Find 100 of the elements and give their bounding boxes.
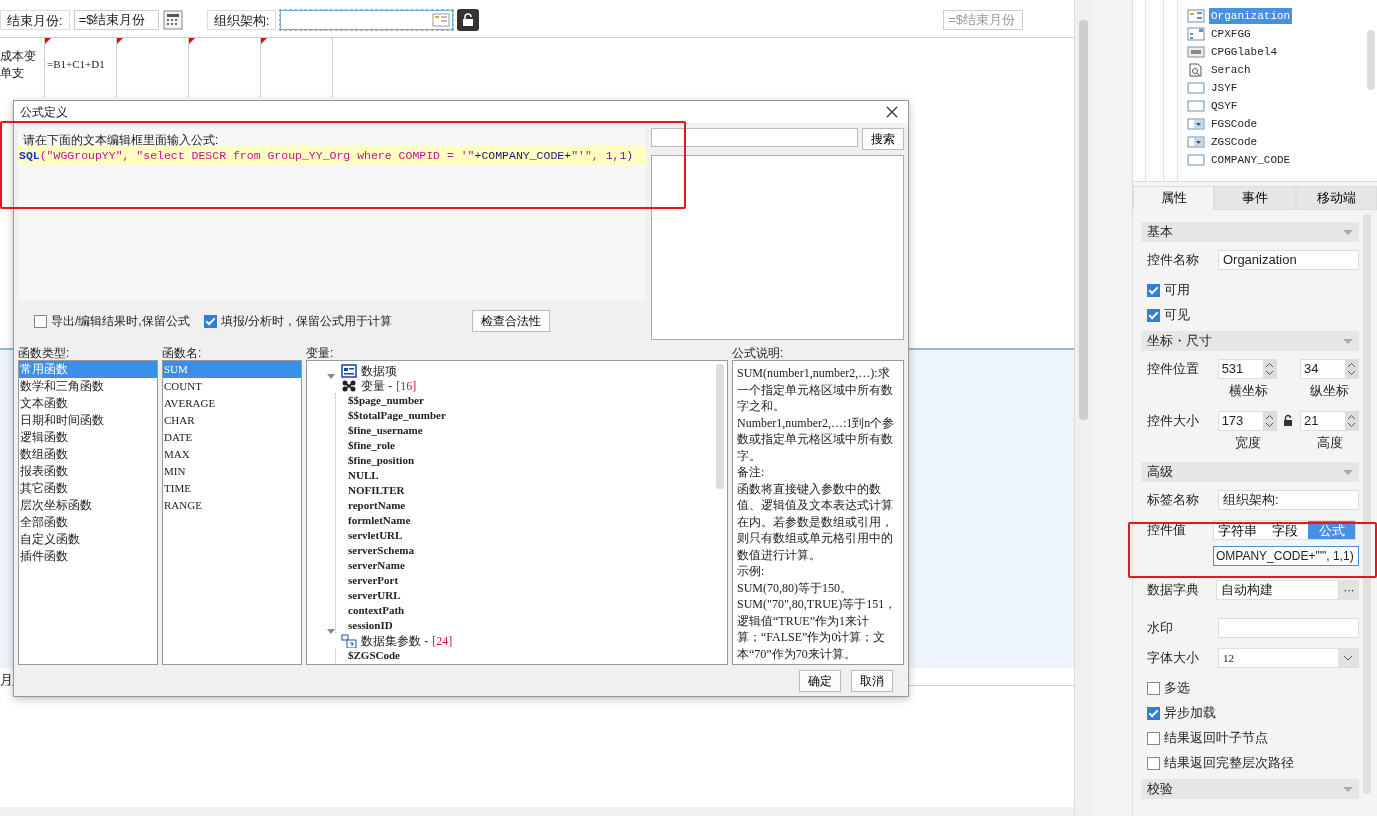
tree-leaf[interactable]: $$page_number [336,393,727,408]
tree-leaf[interactable]: $fine_role [336,438,727,453]
section-header[interactable]: 校验 [1141,779,1359,799]
section-header[interactable]: 坐标・尺寸 [1141,331,1359,351]
dictionary-field[interactable]: 自动构建 [1216,580,1339,600]
property-label: 控件大小 [1146,411,1200,430]
text-field[interactable]: Organization [1217,250,1359,270]
list-item[interactable]: MAX [163,446,301,463]
tree-leaf[interactable]: $fine_username [336,423,727,438]
ok-button[interactable]: 确定 [799,670,841,692]
spinner-arrows[interactable] [1345,360,1358,378]
formula-editor[interactable]: 请在下面的文本编辑框里面输入公式: SQL("WGGroupYY", "select DESCR from Group_YY_Org where COMPID = '"+COMPANY_CODE+"'", 1,1) [18,128,646,300]
checkbox[interactable] [34,314,47,328]
tree-leaf[interactable]: contextPath [336,603,727,618]
list-item[interactable]: 报表函数 [19,463,157,480]
list-item[interactable]: 全部函数 [19,514,157,531]
tree-leaf[interactable]: NULL [336,468,727,483]
list-item[interactable]: AVERAGE [163,395,301,412]
text-field[interactable]: 组织架构: [1217,490,1359,510]
spinner-arrows[interactable] [1262,360,1276,378]
tree-leaf[interactable]: serverURL [336,588,727,603]
list-item[interactable]: DATE [163,429,301,446]
formula-field[interactable]: OMPANY_CODE+"'", 1,1) [1213,546,1359,566]
tree-item[interactable]: QSYF [1209,98,1240,114]
tree-item[interactable]: Serach [1209,62,1253,78]
number-spinner[interactable]: 21 [1300,410,1359,431]
tree-item[interactable]: COMPANY_CODE [1209,152,1293,168]
tree-leaf[interactable]: serverName [336,558,727,573]
number-spinner[interactable]: 173 [1217,410,1277,431]
list-item[interactable]: 日期和时间函数 [19,412,157,429]
section-header[interactable]: 高级 [1141,462,1359,482]
list-item[interactable]: 其它函数 [19,480,157,497]
panel-tab[interactable]: 事件 [1214,186,1296,210]
tree-leaf[interactable]: $fine_position [336,453,727,468]
list-item[interactable]: COUNT [163,378,301,395]
checkbox[interactable] [1147,283,1160,297]
spinner-arrows[interactable] [1262,411,1276,430]
search-field[interactable] [651,128,858,147]
checkbox[interactable] [1147,731,1160,745]
checkbox[interactable] [203,314,217,328]
tree-item[interactable]: JSYF [1209,80,1240,96]
list-item[interactable]: TIME [163,480,301,497]
checkbox[interactable] [1147,706,1160,720]
tree-leaf[interactable]: NOFILTER [336,483,727,498]
lock-button[interactable] [457,8,480,31]
checkbox-label: 填报/分析时，保留公式用于计算 [220,313,392,330]
tree-item[interactable]: CPGGlabel4 [1209,44,1279,60]
comment-marker [117,38,123,44]
check-button[interactable]: 检查合法性 [472,310,550,332]
caret-icon [1343,229,1353,235]
section-header[interactable]: 基本 [1141,222,1359,242]
list-item[interactable]: 数学和三角函数 [19,378,157,395]
list-item[interactable]: MIN [163,463,301,480]
checkbox-label: 导出/编辑结果时,保留公式 [51,313,190,330]
list-item[interactable]: 自定义函数 [19,531,157,548]
list-item[interactable]: 数组函数 [19,446,157,463]
number-spinner[interactable]: 34 [1300,359,1359,379]
list-item[interactable]: RANGE [163,497,301,514]
list-item[interactable]: 层次坐标函数 [19,497,157,514]
text-field[interactable] [1217,618,1359,638]
tree-leaf[interactable]: formletName [336,513,727,528]
tree-leaf[interactable]: servletURL [336,528,727,543]
tree-leaf[interactable]: serverSchema [336,543,727,558]
list-item[interactable]: CHAR [163,412,301,429]
scrollbar-thumb[interactable] [1367,30,1375,90]
chevron-icon [1343,655,1353,661]
list-item[interactable]: 逻辑函数 [19,429,157,446]
checkbox[interactable] [1147,308,1160,322]
scrollbar-thumb[interactable] [1079,20,1088,420]
spinner-arrows[interactable] [1345,411,1358,430]
panel-tab[interactable]: 属性 [1133,186,1215,210]
checkbox[interactable] [1147,756,1160,770]
select-field[interactable]: 12 [1217,648,1359,668]
list-item[interactable]: 文本函数 [19,395,157,412]
property-label: 字体大小 [1146,649,1200,668]
tree-leaf[interactable]: $$totalPage_number [336,408,727,423]
tree-item[interactable]: CPXFGG [1209,26,1253,42]
number-spinner[interactable]: 531 [1217,359,1277,379]
list-item[interactable]: 插件函数 [19,548,157,565]
scrollbar-track[interactable] [1363,214,1371,794]
search-button[interactable]: 搜索 [862,128,904,150]
checkbox[interactable] [1147,681,1160,695]
description-text: SUM(70,80)等于150。 [737,579,853,596]
tree-item[interactable]: ZGSCode [1209,134,1260,150]
tree-leaf[interactable]: $ZGSCode [336,648,727,663]
cancel-button[interactable]: 取消 [851,670,893,692]
panel-tab[interactable]: 移动端 [1295,186,1377,210]
tree-leaf[interactable]: reportName [336,498,727,513]
tree-leaf[interactable]: sessionID [336,618,727,633]
tree-node[interactable]: 数据集参数 - [361,631,429,650]
column-label: 函数名: [162,345,203,360]
formula-field[interactable]: =$结束月份 [73,9,159,30]
count-label: [16] [396,377,417,395]
chevron-icon [1347,413,1356,428]
tree-leaf[interactable]: serverPort [336,573,727,588]
caption: 横坐标 [1227,382,1269,400]
horizontal-scrollbar[interactable] [0,807,1074,816]
more-button[interactable]: ··· [1339,580,1359,600]
tree-item[interactable]: FGSCode [1209,116,1260,132]
scrollbar-thumb[interactable] [716,364,724,489]
